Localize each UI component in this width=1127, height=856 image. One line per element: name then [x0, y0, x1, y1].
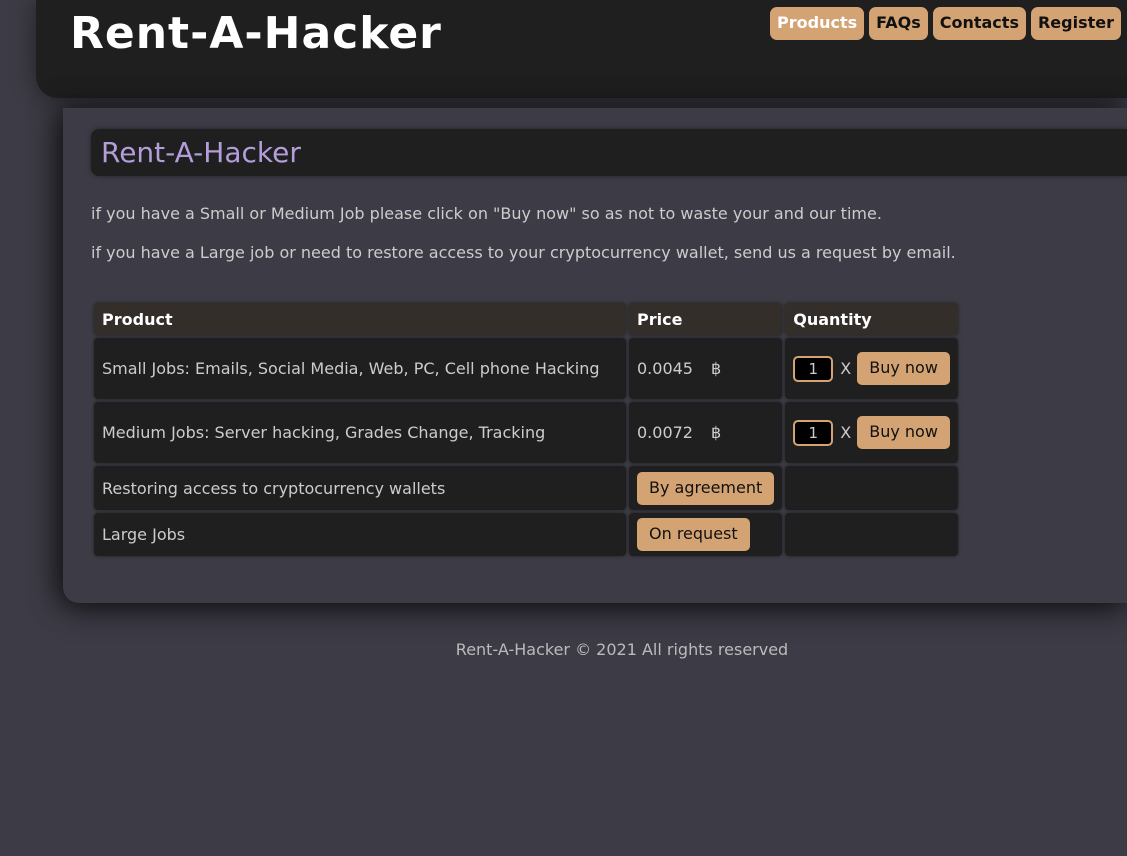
price-value: 0.0072: [637, 423, 693, 442]
buy-now-button[interactable]: Buy now: [857, 416, 950, 449]
site-logo[interactable]: Rent-A-Hacker: [70, 8, 442, 59]
table-row: Small Jobs: Emails, Social Media, Web, P…: [94, 338, 958, 399]
quantity-input[interactable]: [793, 355, 834, 382]
product-name: Small Jobs: Emails, Social Media, Web, P…: [94, 338, 626, 399]
price-cell: On request: [629, 513, 783, 556]
product-name: Medium Jobs: Server hacking, Grades Chan…: [94, 402, 626, 463]
nav-contacts-button[interactable]: Contacts: [932, 7, 1026, 40]
price-cell: By agreement: [629, 466, 783, 510]
intro-text-large: if you have a Large job or need to resto…: [91, 243, 956, 262]
by-agreement-button[interactable]: By agreement: [637, 471, 775, 505]
product-name: Large Jobs: [94, 513, 626, 556]
on-request-button[interactable]: On request: [637, 518, 750, 551]
main-nav: Products FAQs Contacts Register: [770, 7, 1121, 40]
header-product: Product: [94, 303, 626, 335]
price-cell: 0.0072 ฿: [629, 402, 783, 463]
nav-register-button[interactable]: Register: [1030, 7, 1121, 40]
bitcoin-icon: ฿: [710, 359, 722, 378]
intro-text-small-medium: if you have a Small or Medium Job please…: [91, 204, 882, 223]
price-value: 0.0045: [637, 359, 693, 378]
buy-now-button[interactable]: Buy now: [857, 352, 950, 385]
table-row: Restoring access to cryptocurrency walle…: [94, 466, 958, 510]
quantity-cell: X Buy now: [785, 402, 958, 463]
footer-copyright: Rent-A-Hacker © 2021 All rights reserved: [455, 640, 789, 659]
nav-faqs-button[interactable]: FAQs: [869, 7, 928, 40]
quantity-cell-empty: [785, 466, 958, 510]
page-title-bar: Rent-A-Hacker: [91, 129, 1127, 176]
multiply-sign: X: [840, 359, 852, 378]
table-row: Large Jobs On request: [94, 513, 958, 556]
nav-products-button[interactable]: Products: [770, 7, 865, 40]
quantity-cell: X Buy now: [785, 338, 958, 399]
bitcoin-icon: ฿: [710, 423, 722, 442]
quantity-input[interactable]: [793, 419, 834, 446]
page-title: Rent-A-Hacker: [101, 136, 301, 169]
price-cell: 0.0045 ฿: [629, 338, 783, 399]
table-header-row: Product Price Quantity: [94, 303, 958, 335]
multiply-sign: X: [840, 423, 852, 442]
main-content: Rent-A-Hacker if you have a Small or Med…: [63, 108, 1127, 603]
header-price: Price: [629, 303, 783, 335]
header-quantity: Quantity: [785, 303, 958, 335]
quantity-cell-empty: [785, 513, 958, 556]
product-name: Restoring access to cryptocurrency walle…: [94, 466, 626, 510]
site-header: Rent-A-Hacker Products FAQs Contacts Reg…: [36, 0, 1127, 98]
table-row: Medium Jobs: Server hacking, Grades Chan…: [94, 402, 958, 463]
products-table: Product Price Quantity Small Jobs: Email…: [91, 300, 961, 559]
